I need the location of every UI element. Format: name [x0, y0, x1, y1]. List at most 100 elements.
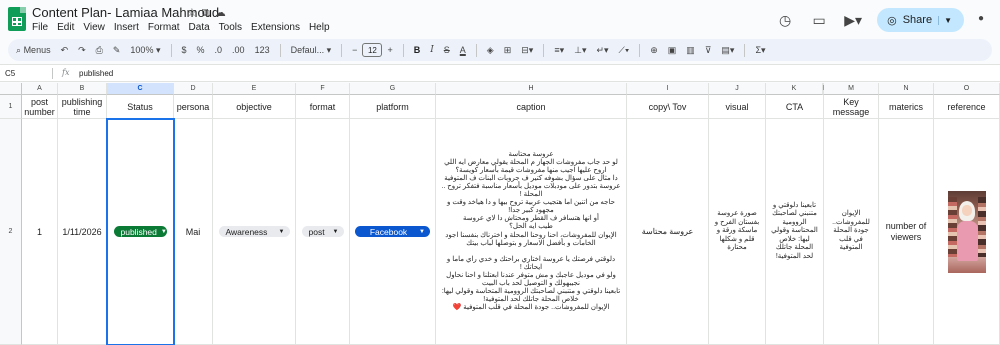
sheets-logo-icon[interactable]: [8, 7, 26, 31]
move-icon[interactable]: ⧉: [202, 7, 215, 19]
cell-persona[interactable]: Mai: [174, 119, 213, 345]
cell-key-message[interactable]: الإيوان للمفروشات.. جودة المحلة في قلب ا…: [824, 119, 879, 345]
cell-reference[interactable]: [934, 119, 1000, 345]
name-box[interactable]: C5: [5, 69, 15, 78]
font-family-select[interactable]: Defaul... ▾: [291, 45, 332, 56]
header-persona[interactable]: persona: [174, 95, 213, 119]
menu-data[interactable]: Data: [189, 22, 210, 33]
borders-icon[interactable]: ⊞: [504, 45, 512, 56]
history-icon[interactable]: ◷: [775, 10, 795, 30]
column-header-h[interactable]: H: [436, 83, 627, 95]
cell-cta[interactable]: تابعينا دلوقتي و متنبني لصاحبتك الروومية…: [766, 119, 824, 345]
header-objective[interactable]: objective: [213, 95, 296, 119]
strikethrough-button[interactable]: S: [444, 45, 450, 55]
column-header-n[interactable]: N: [879, 83, 934, 95]
column-header-a[interactable]: A: [22, 83, 58, 95]
column-header-o[interactable]: O: [934, 83, 1000, 95]
paint-format-icon[interactable]: ✎: [113, 45, 121, 56]
cell-post-number[interactable]: 1: [22, 119, 58, 345]
menu-help[interactable]: Help: [309, 22, 330, 33]
menu-format[interactable]: Format: [148, 22, 180, 33]
column-header-k[interactable]: K: [766, 83, 823, 95]
column-header-d[interactable]: D: [174, 83, 213, 95]
font-size-stepper[interactable]: −12 +: [352, 43, 393, 57]
column-header-i[interactable]: I: [627, 83, 709, 95]
select-all-corner[interactable]: [0, 83, 22, 95]
column-header-c[interactable]: C: [107, 83, 174, 95]
zoom-select[interactable]: 100% ▾: [130, 45, 160, 56]
chevron-down-icon[interactable]: ▼: [938, 15, 952, 25]
format-chip[interactable]: post ▼: [301, 226, 344, 237]
column-header-b[interactable]: B: [58, 83, 107, 95]
row-header-1[interactable]: 1: [0, 95, 22, 119]
filter-views-icon[interactable]: ▤▾: [721, 45, 734, 56]
merge-cells-icon[interactable]: ⊟▾: [521, 45, 533, 56]
column-header-e[interactable]: E: [213, 83, 296, 95]
menu-tools[interactable]: Tools: [219, 22, 242, 33]
header-cta[interactable]: CTA: [766, 95, 824, 119]
redo-icon[interactable]: ↷: [78, 45, 86, 56]
reference-image[interactable]: [947, 190, 986, 273]
menu-insert[interactable]: Insert: [114, 22, 139, 33]
cell-format[interactable]: post ▼: [296, 119, 350, 345]
formula-input[interactable]: published: [79, 69, 113, 78]
menus-search[interactable]: ⌕ Menus: [16, 45, 51, 56]
plus-icon[interactable]: +: [387, 45, 392, 55]
text-color-button[interactable]: A: [460, 45, 466, 55]
header-key-message[interactable]: Key message: [824, 95, 879, 119]
header-format[interactable]: format: [296, 95, 350, 119]
cell-caption[interactable]: عروسة محتاسة لو حد جاب مفروشات الجهاز م ا…: [436, 119, 627, 345]
column-header-m[interactable]: M: [824, 83, 879, 95]
cell-materics[interactable]: number of viewers: [879, 119, 934, 345]
cell-status[interactable]: published ▼: [106, 118, 175, 345]
fill-color-icon[interactable]: ◈: [487, 45, 494, 56]
align-horizontal-icon[interactable]: ≡▾: [554, 45, 564, 56]
comment-add-icon[interactable]: ▣: [668, 45, 677, 56]
menu-view[interactable]: View: [83, 22, 105, 33]
print-icon[interactable]: ⎙: [96, 45, 103, 56]
text-wrap-icon[interactable]: ↵▾: [596, 45, 608, 56]
comment-icon[interactable]: ▭: [809, 10, 829, 30]
link-icon[interactable]: ⊕: [650, 45, 658, 56]
header-publishing-time[interactable]: publishing time: [58, 95, 107, 119]
cell-visual[interactable]: صورة عروسة بفستان الفرح و ماسكة ورقة و ق…: [709, 119, 766, 345]
undo-icon[interactable]: ↶: [61, 45, 69, 56]
bold-button[interactable]: B: [414, 45, 421, 55]
header-reference[interactable]: reference: [934, 95, 1000, 119]
align-vertical-icon[interactable]: ⊥▾: [574, 45, 586, 56]
column-header-g[interactable]: G: [350, 83, 436, 95]
currency-icon[interactable]: $: [182, 45, 187, 55]
objective-chip[interactable]: Awareness ▼: [218, 226, 290, 237]
column-header-f[interactable]: F: [296, 83, 350, 95]
menu-file[interactable]: File: [32, 22, 48, 33]
menu-edit[interactable]: Edit: [57, 22, 74, 33]
number-format-button[interactable]: 123: [255, 45, 270, 55]
header-post-number[interactable]: post number: [22, 95, 58, 119]
italic-button[interactable]: I: [430, 45, 434, 55]
font-size-input[interactable]: 12: [362, 43, 383, 57]
increase-decimal-button[interactable]: .00: [232, 45, 245, 55]
filter-icon[interactable]: ⊽: [705, 45, 712, 56]
row-header-2[interactable]: 2: [0, 119, 22, 345]
text-rotation-icon[interactable]: ⟋▾: [619, 45, 630, 56]
star-icon[interactable]: ☆: [187, 7, 202, 19]
cell-publishing-time[interactable]: 1/11/2026: [58, 119, 107, 345]
header-caption[interactable]: caption: [436, 95, 627, 119]
video-call-icon[interactable]: ▶▾: [843, 10, 863, 30]
header-materics[interactable]: materics: [879, 95, 934, 119]
cell-objective[interactable]: Awareness ▼: [213, 119, 296, 345]
menu-extensions[interactable]: Extensions: [251, 22, 300, 33]
functions-icon[interactable]: Σ▾: [755, 45, 765, 56]
header-visual[interactable]: visual: [709, 95, 766, 119]
cell-platform[interactable]: Facebook ▼: [350, 119, 436, 345]
header-platform[interactable]: platform: [350, 95, 436, 119]
minus-icon[interactable]: −: [352, 45, 357, 55]
status-chip[interactable]: published ▼: [113, 226, 167, 237]
percent-button[interactable]: %: [197, 45, 205, 55]
platform-chip[interactable]: Facebook ▼: [355, 226, 430, 237]
header-copy-tov[interactable]: copy\ Tov: [627, 95, 709, 119]
cloud-icon[interactable]: ☁: [215, 7, 231, 19]
header-status[interactable]: Status: [107, 95, 174, 119]
column-header-j[interactable]: J: [709, 83, 766, 95]
decrease-decimal-button[interactable]: .0: [215, 45, 223, 55]
